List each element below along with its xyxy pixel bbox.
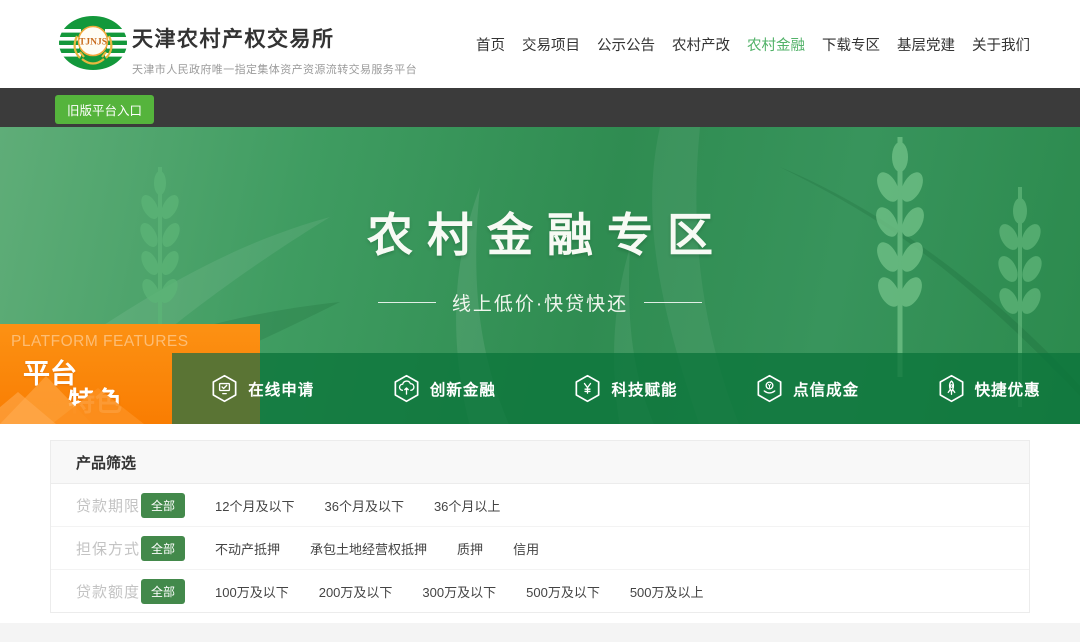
site-header: TJNJS 天津农村产权交易所 天津市人民政府唯一指定集体资产资源流转交易服务平…: [0, 0, 1080, 88]
filter-option[interactable]: 500万及以下: [526, 582, 600, 601]
brand-block: 天津农村产权交易所 天津市人民政府唯一指定集体资产资源流转交易服务平台: [132, 23, 417, 77]
feature-tab-label: 创新金融: [430, 378, 496, 400]
filter-row-label: 担保方式: [76, 538, 141, 559]
filter-option[interactable]: 36个月及以下: [324, 496, 403, 515]
hand-coin-icon: [756, 374, 783, 403]
filter-option[interactable]: 500万及以上: [630, 582, 704, 601]
banner-title: 农村金融专区: [0, 199, 1080, 265]
hero-banner: 农村金融专区 线上低价·快贷快还 PLATFORM FEATURES 平台 特色…: [0, 127, 1080, 424]
nav-item-7[interactable]: 基层党建: [897, 34, 955, 55]
filter-option[interactable]: 信用: [513, 539, 539, 558]
banner-subtitle: 线上低价·快贷快还: [0, 289, 1080, 316]
feature-tab-bar: 在线申请 创新金融 科技赋能 点信成金 快捷优惠: [172, 353, 1080, 424]
feature-tab-label: 在线申请: [248, 378, 314, 400]
nav-item-3[interactable]: 公示公告: [597, 34, 655, 55]
site-subtitle: 天津市人民政府唯一指定集体资产资源流转交易服务平台: [132, 61, 417, 77]
zigzag-mountains-decoration: [0, 368, 175, 424]
monitor-check-icon: [211, 374, 238, 403]
nav-item-4[interactable]: 农村产改: [672, 34, 730, 55]
secondary-topbar: 旧版平台入口: [0, 88, 1080, 127]
footer-strip: [0, 623, 1080, 642]
nav-item-5[interactable]: 农村金融: [747, 34, 805, 55]
filter-option[interactable]: 质押: [457, 539, 483, 558]
nav-item-6[interactable]: 下载专区: [822, 34, 880, 55]
filter-option[interactable]: 不动产抵押: [215, 539, 280, 558]
feature-tab-label: 科技赋能: [611, 378, 677, 400]
feature-tab-3[interactable]: 科技赋能: [535, 353, 717, 424]
filter-row-label: 贷款期限: [76, 495, 141, 516]
filter-option[interactable]: 100万及以下: [215, 582, 289, 601]
filter-row-3: 贷款额度全部 100万及以下 200万及以下 300万及以下 500万及以下 500万及以…: [51, 570, 1029, 612]
feature-tab-4[interactable]: 点信成金: [717, 353, 899, 424]
filter-row-1: 贷款期限全部 12个月及以下 36个月及以下 36个月以上: [51, 484, 1029, 527]
nav-item-2[interactable]: 交易项目: [522, 34, 580, 55]
filter-all-button[interactable]: 全部: [141, 536, 185, 561]
filter-card-title: 产品筛选: [51, 441, 1029, 484]
feature-tab-1[interactable]: 在线申请: [172, 353, 354, 424]
rocket-icon: [938, 374, 965, 403]
site-logo-icon: TJNJS: [58, 13, 128, 75]
filter-option[interactable]: 300万及以下: [422, 582, 496, 601]
logo-text: TJNJS: [79, 38, 107, 48]
filter-row-label: 贷款额度: [76, 581, 141, 602]
filter-option[interactable]: 200万及以下: [319, 582, 393, 601]
filter-all-button[interactable]: 全部: [141, 579, 185, 604]
site-title: 天津农村产权交易所: [132, 23, 417, 53]
nav-item-8[interactable]: 关于我们: [972, 34, 1030, 55]
feature-tab-5[interactable]: 快捷优惠: [898, 353, 1080, 424]
product-filter-card: 产品筛选 贷款期限全部12个月及以下36个月及以下36个月以上担保方式全部不动产…: [50, 440, 1030, 613]
main-nav: 首页交易项目公示公告农村产改农村金融下载专区基层党建关于我们: [476, 0, 1030, 88]
filter-option[interactable]: 12个月及以下: [215, 496, 294, 515]
filter-option[interactable]: 36个月以上: [434, 496, 500, 515]
banner-subtitle-text: 线上低价·快贷快还: [452, 289, 628, 316]
filter-option[interactable]: 承包土地经营权抵押: [310, 539, 427, 558]
yen-hex-icon: [574, 374, 601, 403]
platform-features-en-label: PLATFORM FEATURES: [11, 333, 189, 351]
filter-all-button[interactable]: 全部: [141, 493, 185, 518]
nav-item-1[interactable]: 首页: [476, 34, 505, 55]
filter-row-2: 担保方式全部 不动产抵押 承包土地经营权抵押 质押 信用: [51, 527, 1029, 570]
subtitle-right-rule: [644, 302, 702, 303]
subtitle-left-rule: [378, 302, 436, 303]
feature-tab-label: 快捷优惠: [975, 378, 1041, 400]
old-platform-entry-button[interactable]: 旧版平台入口: [55, 95, 154, 124]
feature-tab-2[interactable]: 创新金融: [354, 353, 536, 424]
feature-tab-label: 点信成金: [793, 378, 859, 400]
cloud-finance-icon: [393, 374, 420, 403]
